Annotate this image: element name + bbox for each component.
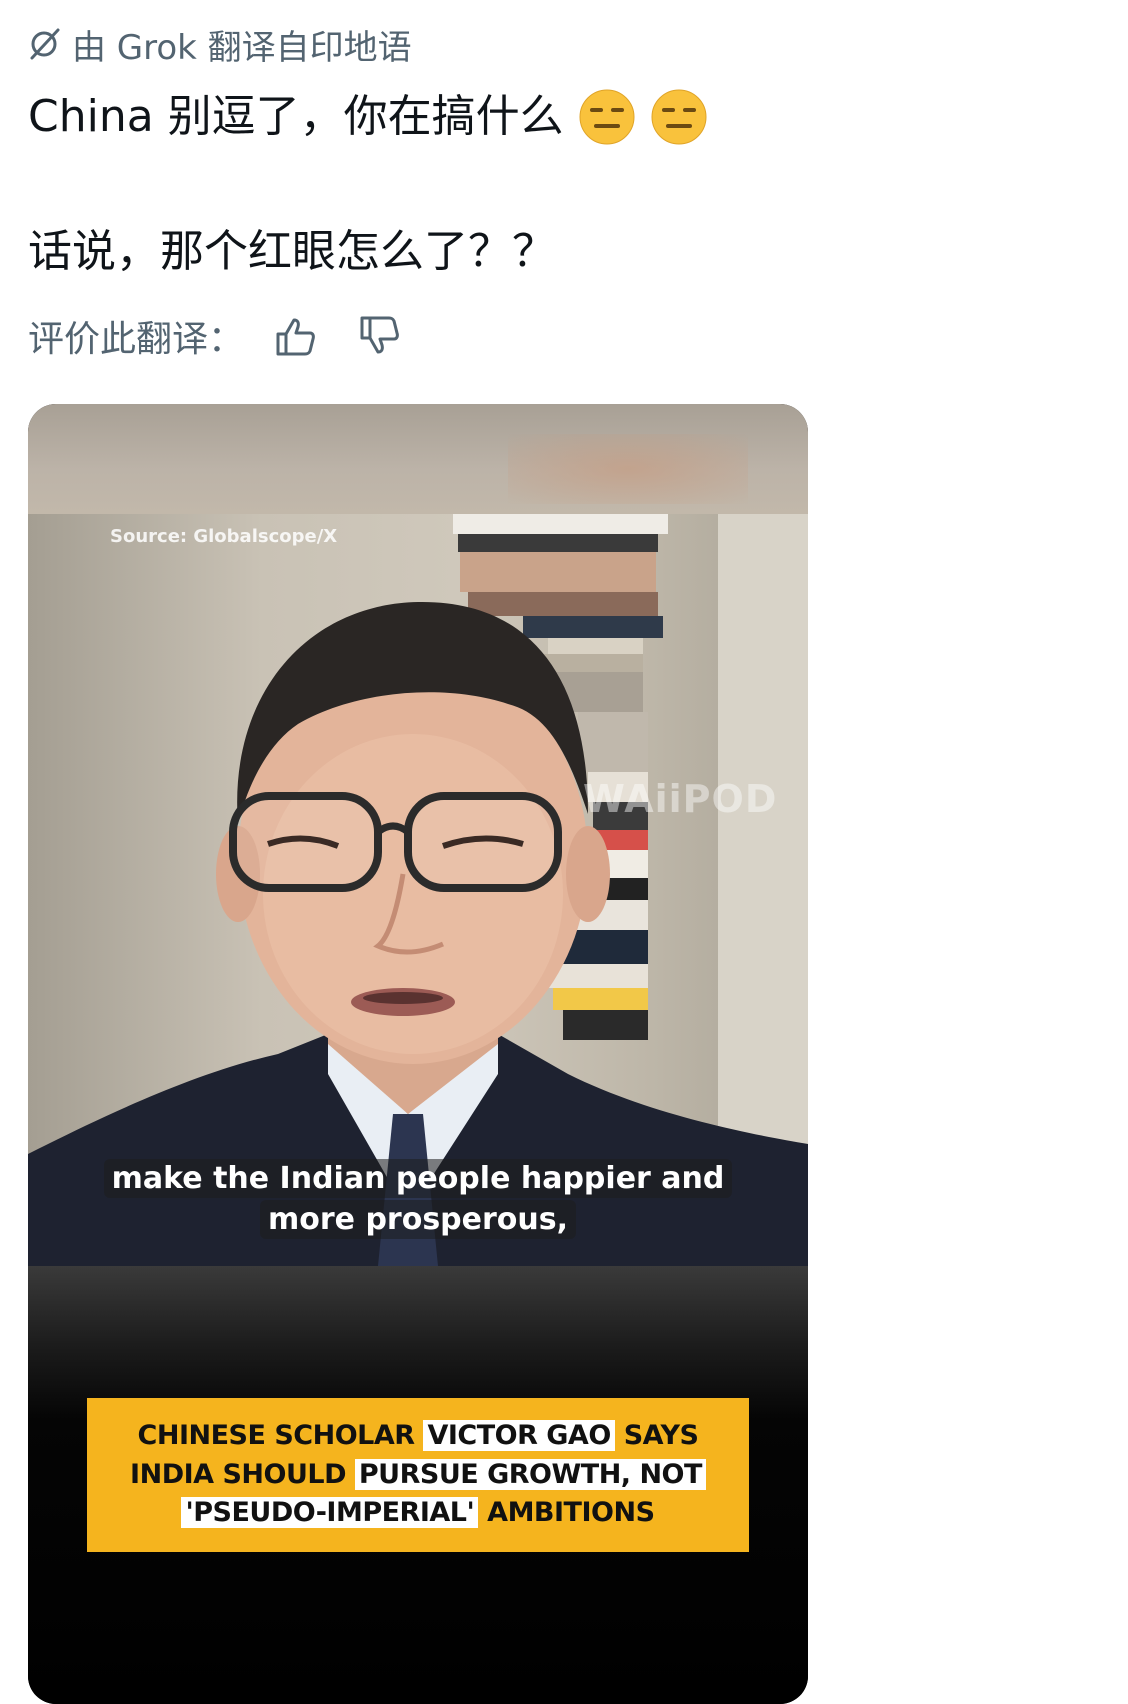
video-watermark: WAiiPOD	[583, 777, 778, 821]
headline-line-3: 'PSEUDO-IMPERIAL' AMBITIONS	[181, 1497, 655, 1529]
thumbs-down-button[interactable]	[352, 310, 408, 362]
subtitle-line-1: make the Indian people happier and	[103, 1159, 733, 1198]
translate-icon	[26, 26, 62, 62]
tweet-text-line-2: 话说，那个红眼怎么了？？	[28, 226, 556, 277]
translation-label: 由 Grok 翻译自印地语	[72, 27, 412, 68]
headline-highlight: PURSUE GROWTH, NOT	[354, 1458, 706, 1490]
headline-segment: CHINESE SCHOLAR	[137, 1420, 416, 1452]
subtitle-line-2: more prosperous,	[259, 1200, 577, 1239]
headline-segment: AMBITIONS	[487, 1497, 655, 1529]
thumbs-up-button[interactable]	[268, 310, 324, 362]
headline-highlight: VICTOR GAO	[423, 1420, 615, 1452]
tweet-text-line-1: China 别逗了，你在搞什么	[28, 88, 708, 146]
rate-label: 评价此翻译：	[28, 319, 245, 360]
headline-line-2: INDIA SHOULD PURSUE GROWTH, NOT	[130, 1458, 706, 1491]
translation-attribution: 由 Grok 翻译自印地语	[26, 20, 412, 68]
video-subtitles: make the Indian people happier and more …	[28, 1159, 808, 1239]
video-headline-banner: CHINESE SCHOLAR VICTOR GAO SAYS INDIA SH…	[87, 1398, 749, 1552]
video-source-label: Source: Globalscope/X	[110, 526, 338, 547]
tweet-text: 话说，那个红眼怎么了？？	[28, 226, 556, 277]
expressionless-face-icon	[650, 88, 708, 146]
headline-segment: SAYS	[623, 1420, 699, 1452]
video-bottom-panel: CHINESE SCHOLAR VICTOR GAO SAYS INDIA SH…	[28, 1266, 808, 1704]
expressionless-face-icon	[578, 88, 636, 146]
thumbs-up-icon	[276, 318, 315, 356]
headline-highlight: 'PSEUDO-IMPERIAL'	[181, 1497, 479, 1529]
headline-line-1: CHINESE SCHOLAR VICTOR GAO SAYS	[138, 1420, 699, 1452]
speaker-illustration	[28, 514, 808, 1266]
thumbs-down-icon	[360, 316, 399, 354]
tweet-text: China 别逗了，你在搞什么	[28, 90, 564, 142]
video-player[interactable]: Source: Globalscope/X WAiiPOD make the I…	[28, 404, 808, 1704]
rate-translation: 评价此翻译：	[28, 310, 408, 362]
headline-segment: INDIA SHOULD	[130, 1458, 346, 1490]
video-blurred-top	[28, 404, 808, 514]
video-frame: Source: Globalscope/X WAiiPOD make the I…	[28, 514, 808, 1266]
